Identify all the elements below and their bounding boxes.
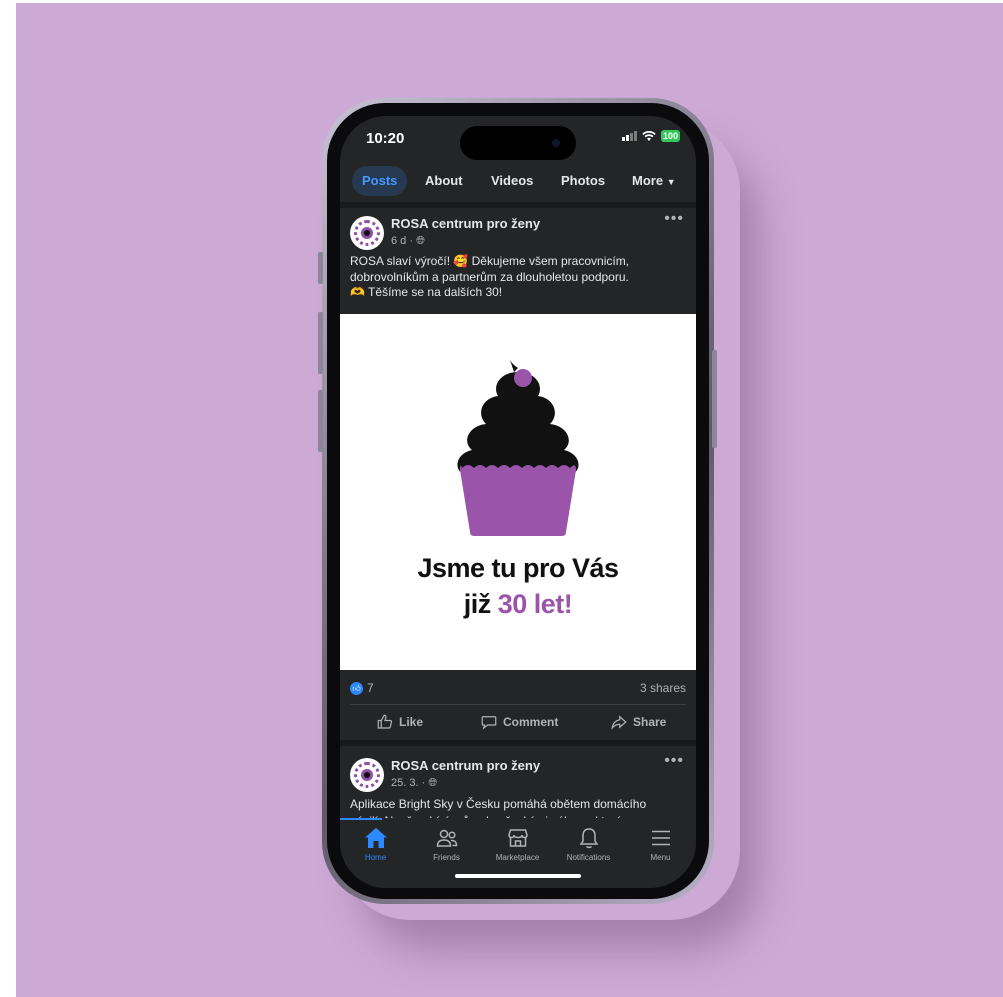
section-divider (340, 202, 696, 208)
signal-icon (621, 131, 637, 141)
post-text-line: ROSA slaví výročí! 🥰 Děkujeme všem praco… (350, 254, 630, 268)
reactions-bar: 👍︎ 7 3 shares (350, 681, 686, 697)
feed-progress-indicator (340, 818, 382, 820)
section-divider (340, 740, 696, 746)
post-time: 25. 3. · (391, 777, 426, 789)
more-options-icon[interactable]: ••• (664, 752, 684, 770)
home-indicator[interactable] (455, 874, 581, 878)
post-author[interactable]: ROSA centrum pro ženy (391, 758, 540, 773)
headline-accent: 30 let! (497, 589, 573, 619)
status-icons: 100 (621, 130, 680, 142)
more-options-icon[interactable]: ••• (664, 210, 684, 228)
comment-icon (481, 716, 497, 730)
marketplace-icon (507, 829, 528, 847)
comment-label: Comment (503, 715, 559, 729)
post-text: ROSA slaví výročí! 🥰 Děkujeme všem praco… (350, 254, 690, 301)
like-count[interactable]: 7 (367, 681, 374, 695)
volume-up-button (318, 312, 323, 374)
nav-marketplace[interactable]: Marketplace (482, 826, 553, 862)
tab-more[interactable]: More ▼ (632, 166, 676, 196)
phone-screen: 10:20 100 Posts About Videos Photos More… (340, 116, 696, 888)
avatar[interactable] (350, 758, 384, 792)
post-image[interactable]: Jsme tu pro Vás již 30 let! (340, 314, 696, 670)
friends-icon (436, 829, 457, 847)
page-tabs: Posts About Videos Photos More ▼ (340, 162, 696, 202)
post-time: 6 d · (391, 235, 414, 247)
action-button (318, 252, 323, 284)
image-headline: Jsme tu pro Vás již 30 let! (340, 550, 696, 622)
nav-notifications-label: Notifications (566, 853, 611, 862)
nav-menu[interactable]: Menu (625, 826, 696, 862)
nav-friends[interactable]: Friends (411, 826, 482, 862)
cupcake-icon (457, 360, 579, 536)
like-button[interactable]: Like (376, 710, 423, 734)
share-icon (611, 715, 627, 730)
headline-line2: již 30 let! (340, 586, 696, 622)
tab-videos[interactable]: Videos (491, 166, 533, 196)
nav-menu-label: Menu (650, 853, 671, 862)
tab-more-label: More (632, 173, 664, 188)
headline-line1: Jsme tu pro Vás (417, 553, 619, 583)
thumbs-up-icon (377, 714, 393, 729)
nav-notifications[interactable]: Notifications (553, 826, 624, 862)
globe-icon: 🌐︎ (416, 235, 425, 247)
tab-photos[interactable]: Photos (561, 166, 605, 196)
bell-icon (579, 828, 598, 849)
headline-prefix: již (463, 589, 498, 619)
comment-button[interactable]: Comment (480, 710, 558, 734)
nav-marketplace-label: Marketplace (495, 853, 540, 862)
post-meta: 6 d · 🌐︎ (391, 235, 425, 248)
post-header: ROSA centrum pro ženy 6 d · 🌐︎ ••• (350, 210, 686, 256)
post-header: ROSA centrum pro ženy 25. 3. · 🌐︎ ••• (350, 752, 686, 798)
nav-home-label: Home (364, 853, 387, 862)
nav-home[interactable]: Home (340, 826, 411, 862)
power-button (712, 350, 717, 448)
post-text-line: Aplikace Bright Sky v Česku pomáhá oběte… (350, 797, 647, 811)
camera-icon (552, 139, 560, 147)
like-reaction-icon: 👍︎ (350, 682, 363, 695)
wifi-icon (642, 130, 656, 141)
home-icon (364, 828, 387, 848)
caret-down-icon: ▼ (666, 177, 676, 187)
post-text-line: 🫶 Těšíme se na dalších 30! (350, 285, 503, 299)
divider (350, 704, 686, 705)
share-label: Share (633, 715, 667, 729)
avatar[interactable] (350, 216, 384, 250)
share-button[interactable]: Share (610, 710, 666, 734)
tab-about[interactable]: About (425, 166, 463, 196)
menu-icon (651, 830, 670, 846)
nav-friends-label: Friends (433, 853, 460, 862)
post-text-line: dobrovolníkům a partnerům za dlouholetou… (350, 269, 629, 284)
like-label: Like (399, 715, 424, 729)
dynamic-island (460, 126, 576, 160)
status-time: 10:20 (366, 130, 405, 147)
tab-posts[interactable]: Posts (352, 166, 408, 196)
share-count[interactable]: 3 shares (640, 681, 686, 695)
globe-icon: 🌐︎ (428, 777, 438, 789)
post-author[interactable]: ROSA centrum pro ženy (391, 216, 540, 231)
battery-icon: 100 (660, 130, 680, 142)
post-meta: 25. 3. · 🌐︎ (391, 777, 437, 790)
volume-down-button (318, 390, 323, 452)
